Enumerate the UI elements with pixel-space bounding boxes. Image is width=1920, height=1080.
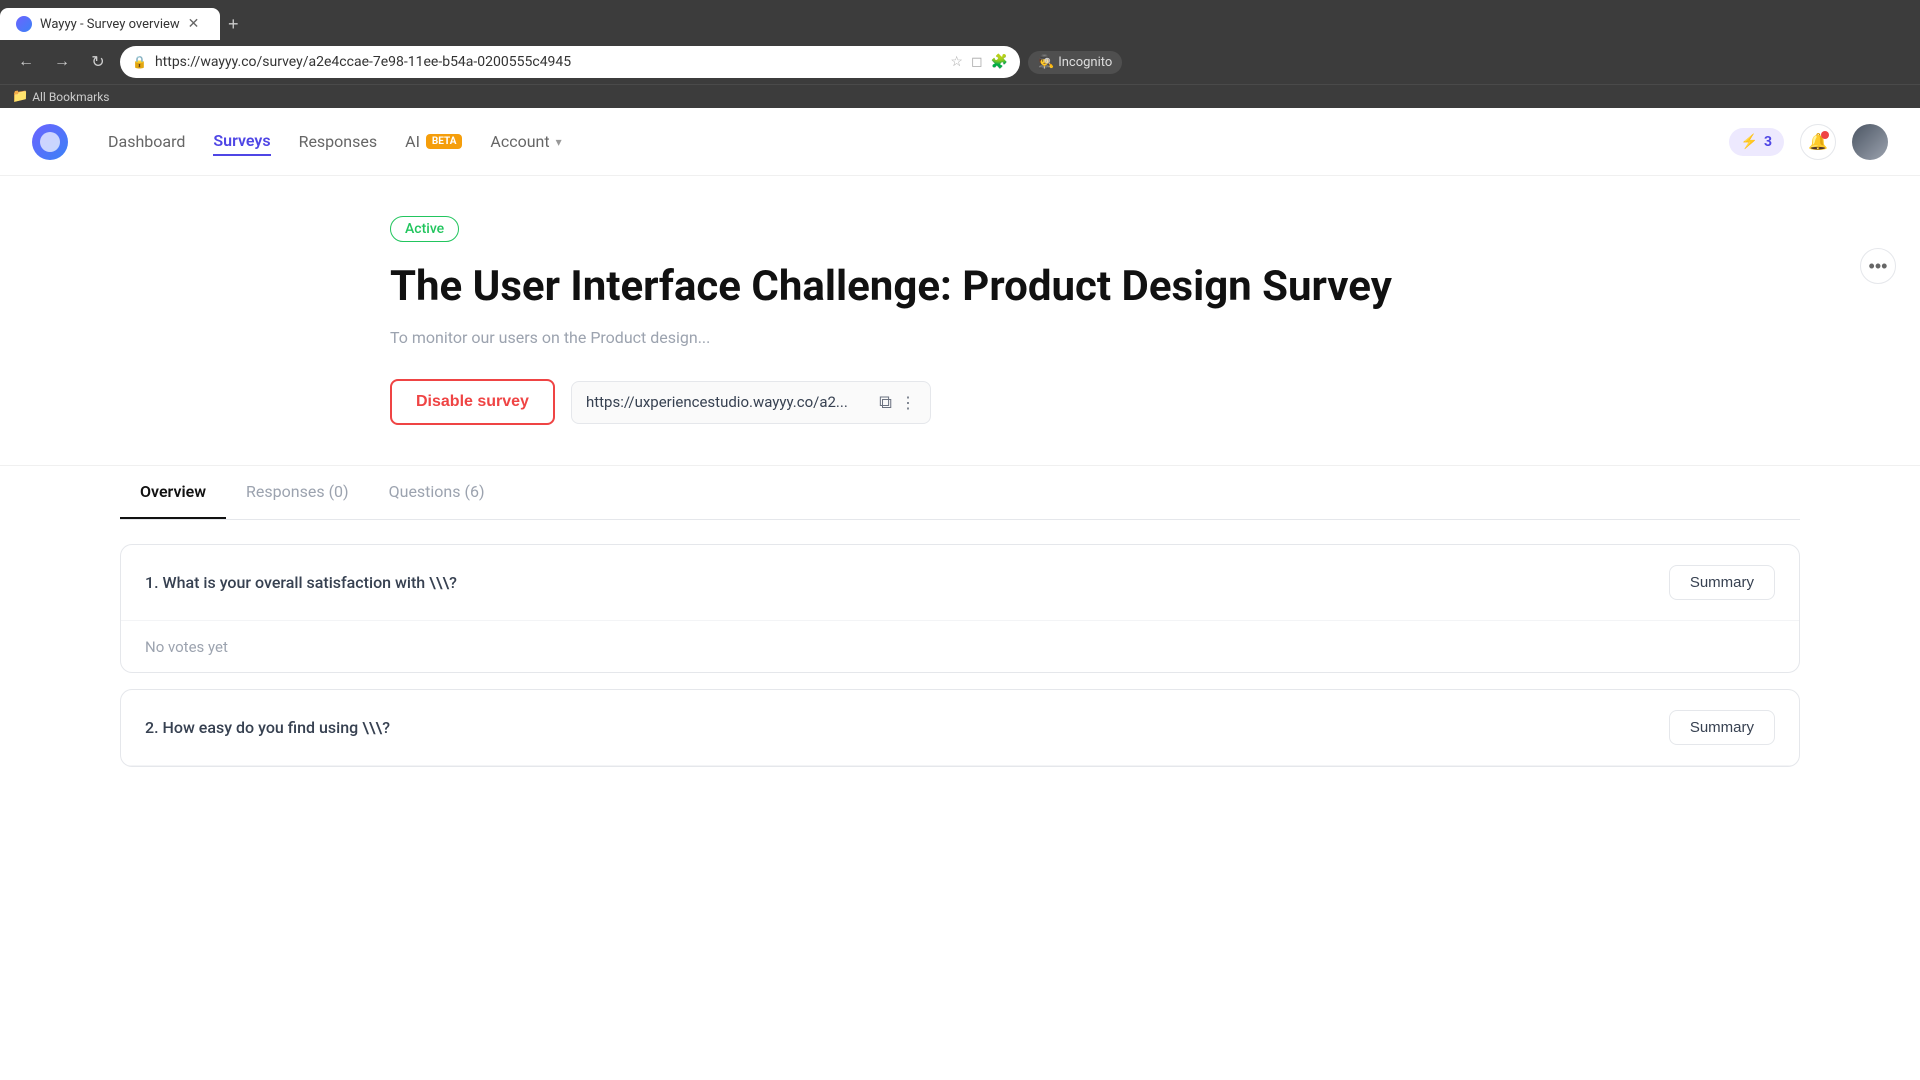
question-header-1: 1. What is your overall satisfaction wit… [121, 545, 1799, 621]
tab-questions[interactable]: Questions (6) [369, 466, 505, 519]
disable-survey-button[interactable]: Disable survey [390, 379, 555, 425]
bookmark-icon[interactable]: ☆ [950, 54, 963, 70]
tab-close-icon[interactable]: ✕ [188, 16, 200, 32]
address-text: https://wayyy.co/survey/a2e4ccae-7e98-11… [155, 54, 942, 70]
summary-button-1[interactable]: Summary [1669, 565, 1775, 600]
incognito-icon: 🕵 [1038, 55, 1054, 70]
status-badge: Active [390, 216, 459, 242]
tab-title: Wayyy - Survey overview [40, 17, 180, 32]
browser-frame: Wayyy - Survey overview ✕ + ← → ↻ 🔒 http… [0, 0, 1920, 108]
nav-dashboard[interactable]: Dashboard [108, 128, 185, 155]
user-avatar[interactable] [1852, 124, 1888, 160]
tabs-and-content: Overview Responses (0) Questions (6) 1. … [0, 466, 1920, 807]
extensions-icon[interactable]: 🧩 [991, 54, 1008, 70]
more-options-button[interactable]: ••• [1860, 248, 1896, 284]
survey-actions: Disable survey https://uxperiencestudio.… [390, 379, 1530, 425]
browser-right-actions: 🕵 Incognito [1028, 51, 1134, 74]
survey-url-text: https://uxperiencestudio.wayyy.co/a2... [586, 393, 871, 411]
nav-ai-label: AI [405, 128, 420, 155]
reload-button[interactable]: ↻ [84, 48, 112, 76]
question-text-1: 1. What is your overall satisfaction wit… [145, 573, 457, 592]
logo-inner [40, 132, 60, 152]
copy-url-icon[interactable]: ⧉ [879, 392, 892, 413]
survey-title: The User Interface Challenge: Product De… [390, 262, 1530, 312]
tab-overview[interactable]: Overview [120, 466, 226, 519]
profile-icon[interactable]: ◻ [971, 54, 983, 70]
main-nav: Dashboard Surveys Responses AI BETA Acco… [0, 108, 1920, 176]
address-bar[interactable]: 🔒 https://wayyy.co/survey/a2e4ccae-7e98-… [120, 46, 1020, 78]
account-chevron-icon: ▾ [556, 135, 562, 149]
incognito-label: Incognito [1058, 55, 1112, 70]
bookmarks-bar: 📁 All Bookmarks [0, 84, 1920, 108]
logo[interactable] [32, 124, 68, 160]
question-body-1: No votes yet [121, 621, 1799, 672]
no-votes-1: No votes yet [145, 638, 228, 656]
more-icon: ••• [1869, 256, 1888, 277]
nav-surveys[interactable]: Surveys [213, 127, 270, 156]
survey-url-box: https://uxperiencestudio.wayyy.co/a2... … [571, 381, 931, 424]
back-button[interactable]: ← [12, 48, 40, 76]
avatar-image [1852, 124, 1888, 160]
tabs-container: Overview Responses (0) Questions (6) [120, 466, 1800, 520]
incognito-profile[interactable]: 🕵 Incognito [1028, 51, 1122, 74]
tab-favicon [16, 16, 32, 32]
survey-description: To monitor our users on the Product desi… [390, 328, 1530, 347]
notification-bell[interactable]: 🔔 [1800, 124, 1836, 160]
browser-tab-active[interactable]: Wayyy - Survey overview ✕ [0, 8, 220, 40]
question-text-2: 2. How easy do you find using \\\? [145, 718, 390, 737]
upgrade-icon: ⚡ [1741, 134, 1758, 150]
forward-button[interactable]: → [48, 48, 76, 76]
ai-beta-badge: BETA [426, 134, 463, 149]
browser-tabs-bar: Wayyy - Survey overview ✕ + [0, 0, 1920, 40]
question-header-2: 2. How easy do you find using \\\? Summa… [121, 690, 1799, 766]
upgrade-badge[interactable]: ⚡ 3 [1729, 128, 1784, 156]
main-content: Active The User Interface Challenge: Pro… [0, 176, 1920, 425]
url-more-icon[interactable]: ⋮ [900, 393, 916, 412]
nav-account[interactable]: Account ▾ [490, 132, 561, 151]
survey-content: Active The User Interface Challenge: Pro… [390, 176, 1530, 425]
nav-right: ⚡ 3 🔔 [1729, 124, 1888, 160]
bookmarks-label: All Bookmarks [32, 90, 109, 104]
new-tab-button[interactable]: + [220, 14, 247, 35]
question-card-2: 2. How easy do you find using \\\? Summa… [120, 689, 1800, 767]
upgrade-count: 3 [1764, 134, 1772, 150]
tabs: Overview Responses (0) Questions (6) [120, 466, 1800, 519]
nav-items: Dashboard Surveys Responses AI BETA Acco… [108, 127, 1697, 156]
lock-icon: 🔒 [132, 55, 147, 69]
questions-area: 1. What is your overall satisfaction wit… [120, 520, 1800, 807]
nav-ai[interactable]: AI BETA [405, 128, 462, 155]
tab-responses[interactable]: Responses (0) [226, 466, 369, 519]
nav-account-label: Account [490, 132, 549, 151]
notification-dot [1821, 131, 1829, 139]
bookmarks-folder-icon: 📁 [12, 89, 28, 104]
address-actions: ☆ ◻ 🧩 [950, 54, 1008, 70]
browser-controls: ← → ↻ 🔒 https://wayyy.co/survey/a2e4ccae… [0, 40, 1920, 84]
question-card-1: 1. What is your overall satisfaction wit… [120, 544, 1800, 673]
summary-button-2[interactable]: Summary [1669, 710, 1775, 745]
nav-responses[interactable]: Responses [299, 128, 378, 155]
app-container: Dashboard Surveys Responses AI BETA Acco… [0, 108, 1920, 988]
